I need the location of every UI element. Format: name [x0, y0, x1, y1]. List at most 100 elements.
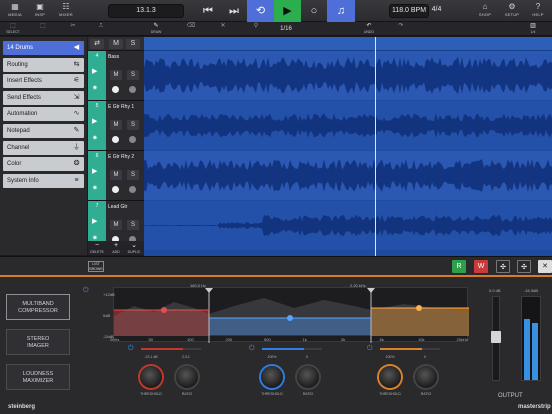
module-power-icon[interactable]: ⏻ — [83, 287, 89, 295]
record-arm-icon[interactable] — [112, 186, 119, 193]
track-solo-button[interactable]: S — [127, 170, 139, 180]
tempo-display[interactable]: 118.0 BPM — [389, 4, 429, 18]
track-mute-button[interactable]: M — [110, 170, 122, 180]
loudness-maximizer-tab[interactable]: LOUDNESS MAXIMIZER — [6, 364, 70, 390]
delete-track-button[interactable]: − DELETE — [88, 241, 106, 255]
close-panel-button[interactable]: ✕ — [538, 260, 552, 273]
threshold-knob[interactable] — [379, 366, 401, 388]
split-tool[interactable]: ✂ — [64, 22, 82, 36]
inspector-toggle-button[interactable]: ▣ INSP — [29, 1, 51, 21]
track-header[interactable]: 4 ▶ ✷ Bass M S — [88, 51, 144, 101]
track-play-icon[interactable]: ▶ — [92, 217, 97, 225]
erase-tool[interactable]: ⌫ — [182, 22, 200, 36]
threshold-knob[interactable] — [261, 366, 283, 388]
band-power-icon[interactable]: ⏻ — [367, 345, 373, 353]
go-to-start-button[interactable]: ⏮ — [195, 0, 221, 22]
global-solo-button[interactable]: S — [126, 39, 140, 49]
playhead[interactable] — [375, 37, 376, 256]
track-mute-button[interactable]: M — [110, 220, 122, 230]
expand-button[interactable]: ✣ — [496, 260, 510, 273]
track-mute-button[interactable]: M — [110, 120, 122, 130]
go-to-end-button[interactable]: ⏭ — [221, 0, 247, 22]
mixer-button[interactable]: ☷ MIXER — [55, 1, 77, 21]
track-header[interactable]: 5 ▶ ✷ E Gtr Rhy 1 MS — [88, 101, 144, 151]
shop-button[interactable]: ⌂ SHOP — [474, 1, 496, 21]
inspector-item-insert-effects[interactable]: Insert Effects ⚟ — [3, 74, 84, 89]
stereo-imager-tab[interactable]: STEREO IMAGER — [6, 329, 70, 355]
list-browse-button[interactable]: LIST BROWS — [88, 261, 104, 272]
metronome-icon: ♫ — [336, 5, 346, 17]
cycle-button[interactable]: ⟲ — [247, 0, 274, 22]
draw-tool[interactable]: ✎ DRAW — [145, 22, 167, 36]
record-button[interactable]: ○ — [301, 0, 327, 22]
redo-button[interactable]: ↷ — [392, 22, 410, 36]
multiband-compressor-tab[interactable]: MULTIBAND COMPRESSOR — [6, 294, 70, 320]
frequency-tick-label: 20kHz — [456, 337, 468, 342]
grid-button[interactable]: ▥ 1/4 — [524, 22, 542, 36]
monitor-dot-icon[interactable] — [129, 86, 136, 93]
track-play-icon[interactable]: ▶ — [92, 117, 97, 125]
monitor-icon[interactable]: ✷ — [92, 84, 98, 92]
duplicate-track-button[interactable]: ⌄ DUPLIC — [125, 241, 143, 255]
track-header[interactable]: 6 ▶ ✷ E Gtr Rhy 2 MS — [88, 151, 144, 201]
metronome-button[interactable]: ♫ — [327, 0, 355, 22]
inspector-item-channel[interactable]: Channel ⏚ — [3, 140, 84, 155]
signature-display[interactable]: 4/4 — [430, 4, 443, 18]
track-play-icon[interactable]: ▶ — [92, 67, 97, 75]
quantize-display[interactable]: 1/16 — [276, 22, 296, 36]
zoom-tool[interactable]: ⚲ — [247, 22, 265, 36]
setup-button[interactable]: ⚙ SETUP — [501, 1, 523, 21]
range-icon: ⬚ — [40, 23, 46, 29]
track-mute-button[interactable]: M — [110, 70, 122, 80]
inspector-item-automation[interactable]: Automation ∿ — [3, 107, 84, 122]
inspector-item-notepad[interactable]: Notepad ✎ — [3, 124, 84, 138]
track-solo-button[interactable]: S — [127, 70, 139, 80]
inspector-item-color[interactable]: Color ❂ — [3, 157, 84, 172]
help-button[interactable]: ? HELP — [527, 1, 549, 21]
monitor-icon[interactable]: ✷ — [92, 184, 98, 192]
threshold-knob[interactable] — [140, 366, 162, 388]
track-lane[interactable] — [144, 51, 552, 100]
monitor-dot-icon[interactable] — [129, 186, 136, 193]
ratio-knob[interactable] — [297, 366, 319, 388]
range-tool[interactable]: ⬚ — [34, 22, 52, 36]
band-power-icon[interactable]: ⏻ — [128, 345, 134, 353]
timeline-ruler[interactable] — [144, 37, 552, 51]
record-arm-icon[interactable] — [112, 86, 119, 93]
select-tool[interactable]: ⬚ SELECT — [4, 22, 22, 36]
position-display[interactable]: 13.1.3 — [108, 4, 184, 18]
folder-toggle-button[interactable]: ⇄ — [90, 39, 104, 49]
track-lane[interactable] — [144, 151, 552, 200]
inspector-item-send-effects[interactable]: Send Effects ⇲ — [3, 90, 84, 105]
media-button[interactable]: ▦ MEDIA — [4, 1, 26, 21]
track-lane[interactable] — [144, 101, 552, 150]
play-button[interactable]: ▶ — [274, 0, 301, 22]
inspector-item-system-info[interactable]: System Info ≡ — [3, 173, 84, 188]
multiband-display[interactable] — [113, 287, 469, 343]
track-name: E Gtr Rhy 1 — [108, 104, 135, 110]
global-mute-button[interactable]: M — [109, 39, 123, 49]
inspector-item-14-drums[interactable]: 14 Drums ◀ — [3, 41, 84, 55]
read-automation-button[interactable]: R — [452, 260, 466, 273]
write-automation-button[interactable]: W — [474, 260, 488, 273]
band-power-icon[interactable]: ⏻ — [249, 345, 255, 353]
track-play-icon[interactable]: ▶ — [92, 167, 97, 175]
track-solo-button[interactable]: S — [127, 220, 139, 230]
inspector-item-routing[interactable]: Routing ⇆ — [3, 57, 84, 72]
undo-button[interactable]: ↶ UNDO — [360, 22, 378, 36]
add-track-button[interactable]: + ADD — [107, 241, 125, 255]
output-fader-track[interactable] — [491, 296, 501, 381]
event-lanes[interactable] — [144, 51, 552, 256]
glue-tool[interactable]: ⎍ — [92, 22, 110, 36]
mute-tool[interactable]: ✕ — [214, 22, 232, 36]
output-meter — [521, 296, 541, 381]
ratio-knob[interactable] — [176, 366, 198, 388]
record-arm-icon[interactable] — [112, 136, 119, 143]
track-solo-button[interactable]: S — [127, 120, 139, 130]
layout-button[interactable]: ✣ — [517, 260, 531, 273]
monitor-dot-icon[interactable] — [129, 136, 136, 143]
ratio-knob[interactable] — [415, 366, 437, 388]
output-fader-handle[interactable] — [491, 331, 501, 343]
track-lane[interactable] — [144, 201, 552, 250]
monitor-icon[interactable]: ✷ — [92, 134, 98, 142]
